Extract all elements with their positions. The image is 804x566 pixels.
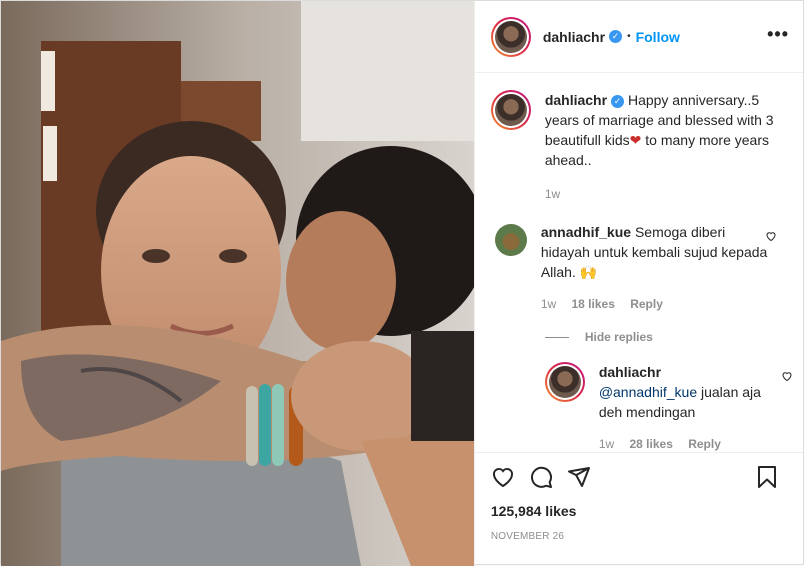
comment-item: annadhif_kue Semoga diberi hidayah untuk… [491,222,787,314]
action-icons [491,453,787,501]
hide-replies-line [544,336,569,338]
caption-avatar[interactable] [490,90,531,130]
author-avatar[interactable] [490,16,531,57]
caption-time[interactable]: 1w [545,187,560,201]
post-container: dahliachr ✓ • Follow ••• dahliachr ✓ Happ… [0,0,804,566]
heart-emoji-icon: ❤ [629,132,642,148]
likes-count[interactable]: 125,984 likes [491,503,787,519]
caption-meta: 1w [545,184,787,204]
comment-meta: 1w 18 likes Reply [541,294,771,314]
header-identity: dahliachr ✓ • Follow [543,29,680,45]
verified-badge-icon: ✓ [611,95,625,108]
caption-body: dahliachr ✓ Happy anniversary..5 years of… [545,90,787,204]
share-icon[interactable] [567,465,591,489]
reply-mention-link[interactable]: @annadhif_kue [599,384,697,400]
comment-likes[interactable]: 18 likes [572,297,615,311]
photo-illustration [1,1,474,566]
reply-avatar[interactable] [544,362,585,402]
comment-like-heart-icon[interactable] [765,230,777,242]
raised-hands-emoji-icon: 🙌 [579,264,598,280]
post-header: dahliachr ✓ • Follow ••• [474,1,803,73]
comment-reply-button[interactable]: Reply [630,297,663,311]
comment-icon[interactable] [529,465,553,489]
reply-username[interactable]: dahliachr [599,364,661,380]
verified-badge-icon: ✓ [609,30,623,43]
reply-item: dahliachr @annadhif_kue jualan aja deh m… [544,362,792,452]
commenter-username[interactable]: annadhif_kue [541,224,631,240]
follow-button[interactable]: Follow [636,29,680,45]
more-options-icon[interactable]: ••• [767,25,789,43]
commenter-avatar[interactable] [494,224,527,256]
reply-meta: 1w 28 likes Reply [599,434,769,452]
post-date[interactable]: NOVEMBER 26 [491,531,787,542]
caption-username[interactable]: dahliachr [545,92,607,108]
reply-body: dahliachr @annadhif_kue jualan aja deh m… [599,362,769,452]
author-username[interactable]: dahliachr [543,29,605,45]
hide-replies-label: Hide replies [584,330,653,344]
caption: dahliachr ✓ Happy anniversary..5 years of… [490,90,787,204]
reply-reply-button[interactable]: Reply [688,437,721,451]
comment-body: annadhif_kue Semoga diberi hidayah untuk… [541,222,771,314]
reply-time[interactable]: 1w [599,437,614,451]
heart-icon[interactable] [491,465,515,489]
comments-section: dahliachr ✓ Happy anniversary..5 years of… [475,74,803,452]
post-photo[interactable] [1,1,474,566]
reply-likes[interactable]: 28 likes [630,437,673,451]
bookmark-icon[interactable] [755,465,779,489]
reply-like-heart-icon[interactable] [781,370,793,382]
hide-replies-button[interactable]: Hide replies [544,330,787,344]
separator-dot: • [627,31,631,42]
comment-time[interactable]: 1w [541,297,556,311]
post-actions: 125,984 likes NOVEMBER 26 [474,452,803,542]
post-sidebar: dahliachr ✓ • Follow ••• dahliachr ✓ Happ… [473,1,803,566]
